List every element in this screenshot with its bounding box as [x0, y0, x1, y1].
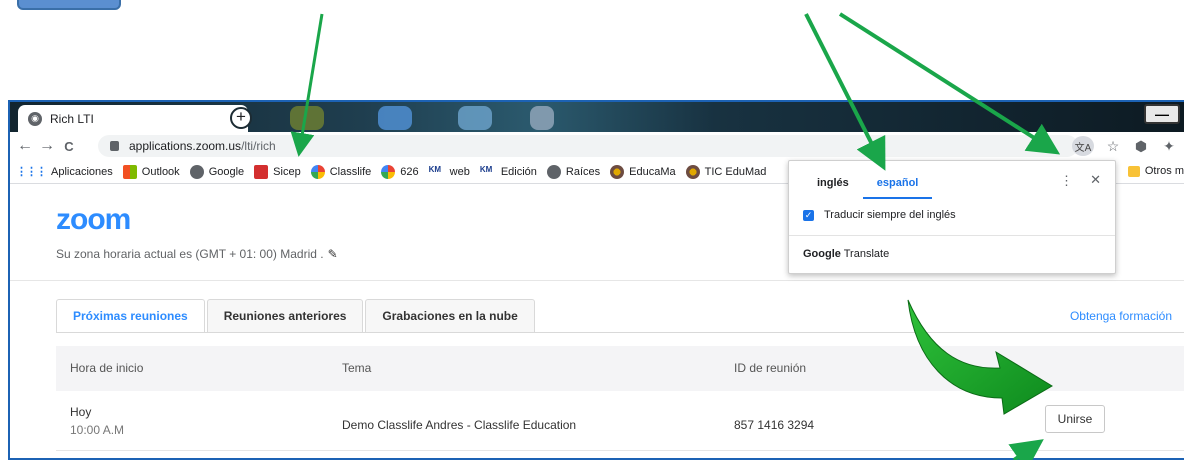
tab-upcoming-meetings[interactable]: Próximas reuniones [56, 299, 205, 333]
bookmark-sicep[interactable]: Sicep [254, 164, 301, 179]
apps-grid-icon: ⋮⋮⋮ [16, 166, 47, 178]
browser-window: ◉ Rich LTI × + — ← → C applications.zoom… [8, 100, 1184, 460]
translate-popup: inglés español ⋮ ✕ ✓ Traducir siempre de… [788, 160, 1116, 274]
url-host: applications.zoom.us [129, 139, 242, 153]
browser-toolbar: ← → C applications.zoom.us/lti/rich 文A ☆… [10, 132, 1184, 160]
divider [789, 235, 1115, 236]
reload-icon[interactable]: C [58, 139, 80, 154]
always-translate-label: Traducir siempre del inglés [824, 209, 956, 221]
extensions-icon[interactable]: ✦ [1160, 138, 1178, 155]
bookmark-classlife[interactable]: Classlife [310, 164, 372, 179]
meeting-time: 10:00 A.M [70, 423, 125, 437]
google-translate-brand: Google Translate [803, 248, 889, 260]
close-icon[interactable]: ✕ [1090, 172, 1101, 188]
sicep-icon [254, 164, 269, 179]
new-tab-button[interactable]: + [230, 107, 252, 129]
table-row: Hoy 10:00 A.M Demo Classlife Andres - Cl… [56, 391, 1184, 451]
educamadrid-icon [685, 164, 700, 179]
meeting-id: 857 1416 3294 [734, 418, 815, 432]
tab-title: Rich LTI [50, 111, 94, 126]
classlife-icon [310, 164, 325, 179]
bookmark-raices[interactable]: Raíces [546, 164, 601, 179]
toolbar-icons: 文A ☆ ⬢ ✦ [1072, 135, 1184, 157]
tab-target-language[interactable]: español [862, 173, 933, 199]
forward-icon[interactable]: → [36, 137, 58, 155]
tab-strip: ◉ Rich LTI × + — [10, 102, 1184, 132]
translate-language-tabs: inglés español [803, 173, 933, 199]
browser-tab[interactable]: ◉ Rich LTI × [18, 105, 248, 132]
tab-cloud-recordings[interactable]: Grabaciones en la nube [365, 299, 535, 333]
bookmark-label: 626 [400, 165, 419, 178]
divider [10, 280, 1184, 281]
bookmark-label: Otros m [1144, 165, 1184, 177]
bookmark-outlook[interactable]: Outlook [122, 164, 180, 179]
url-path: /lti/rich [241, 139, 276, 153]
bookmark-label: Aplicaciones [51, 165, 113, 178]
km-icon: KM [479, 164, 496, 179]
bookmark-label: Classlife [329, 165, 372, 178]
bookmark-edicion[interactable]: KM Edición [479, 164, 537, 179]
meeting-topic[interactable]: Demo Classlife Andres - Classlife Educat… [342, 418, 576, 432]
back-icon[interactable]: ← [14, 137, 36, 155]
checkbox-checked-icon[interactable]: ✓ [803, 209, 814, 221]
bookmark-tic-edumad[interactable]: TIC EduMad [685, 164, 767, 179]
microsoft-icon [122, 164, 137, 179]
brand-google: Google [803, 248, 841, 260]
star-icon[interactable]: ☆ [1104, 138, 1122, 155]
bookmark-apps[interactable]: ⋮⋮⋮ Aplicaciones [16, 165, 113, 179]
more-options-icon[interactable]: ⋮ [1060, 173, 1073, 189]
corner-button[interactable] [17, 0, 121, 10]
bookmark-google[interactable]: Google [189, 164, 245, 179]
table-header: Hora de inicio Tema ID de reunión [56, 346, 1184, 391]
globe-icon [189, 164, 204, 179]
bookmark-label: Edición [500, 165, 537, 178]
bookmark-label: web [449, 165, 470, 178]
bookmark-web[interactable]: KM web [428, 164, 470, 179]
zoom-logo: zoom [56, 203, 131, 236]
bookmark-label: Raíces [565, 165, 601, 178]
training-link[interactable]: Obtenga formación [1070, 309, 1172, 323]
timezone-text: Su zona horaria actual es (GMT + 01: 00)… [56, 247, 338, 261]
folder-icon [1127, 165, 1140, 177]
translate-icon[interactable]: 文A [1072, 136, 1094, 156]
tab-previous-meetings[interactable]: Reuniones anteriores [206, 299, 364, 333]
join-button[interactable]: Unirse [1045, 405, 1105, 433]
bookmark-label: TIC EduMad [704, 165, 767, 178]
always-translate-option[interactable]: ✓ Traducir siempre del inglés [803, 209, 956, 221]
km-icon: KM [428, 164, 445, 179]
globe-icon [546, 164, 561, 179]
screenshot-stage: ◉ Rich LTI × + — ← → C applications.zoom… [0, 0, 1184, 460]
timezone-label: Su zona horaria actual es (GMT + 01: 00)… [56, 247, 324, 261]
meeting-day: Hoy [70, 405, 92, 419]
bookmark-626[interactable]: 626 [381, 164, 419, 179]
bookmark-label: Google [208, 165, 245, 178]
header-start-time: Hora de inicio [70, 361, 144, 375]
header-topic: Tema [342, 361, 372, 375]
bookmark-label: Outlook [141, 165, 180, 178]
tab-source-language[interactable]: inglés [803, 173, 863, 199]
address-bar[interactable]: applications.zoom.us/lti/rich [98, 135, 1078, 157]
tabs-underline [56, 332, 1184, 333]
desktop-icon [458, 106, 492, 130]
bookmark-label: EducaMa [629, 165, 676, 178]
desktop-icon [290, 106, 324, 130]
desktop-icon [378, 106, 412, 130]
classlife-icon [381, 164, 396, 179]
bookmark-other-folder[interactable]: Otros m [1127, 165, 1184, 177]
educamadrid-icon [610, 164, 625, 179]
globe-icon: ◉ [28, 111, 42, 126]
shield-icon[interactable]: ⬢ [1132, 138, 1150, 155]
meeting-tabs: Próximas reuniones Reuniones anteriores … [56, 299, 537, 333]
bookmark-label: Sicep [273, 165, 301, 178]
lock-icon [110, 141, 119, 151]
pencil-icon[interactable]: ✎ [328, 247, 338, 261]
brand-translate: Translate [840, 248, 890, 260]
header-meeting-id: ID de reunión [734, 361, 807, 375]
window-minimize-button[interactable]: — [1144, 104, 1180, 124]
bookmark-educama[interactable]: EducaMa [610, 164, 676, 179]
desktop-icon [530, 106, 554, 130]
